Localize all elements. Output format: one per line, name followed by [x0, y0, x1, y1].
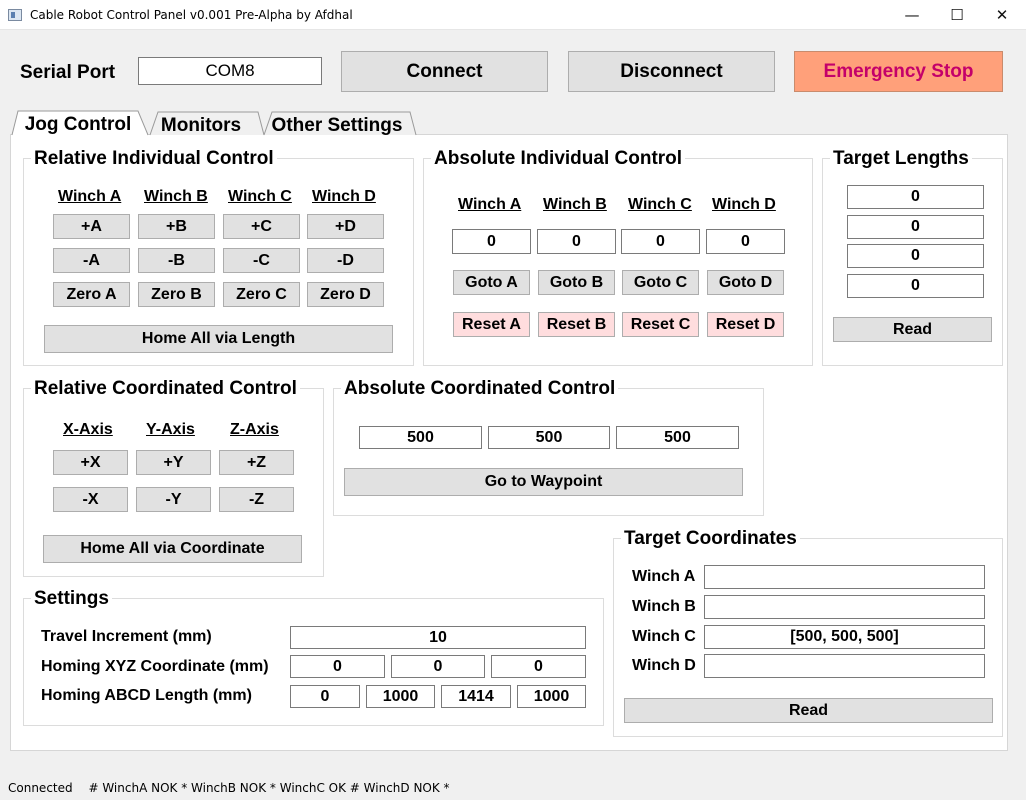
waypoint-x-input[interactable]: 500	[359, 426, 482, 449]
waypoint-z-input[interactable]: 500	[616, 426, 739, 449]
zero-a-button[interactable]: Zero A	[53, 282, 130, 307]
rel-ind-header-b: Winch B	[144, 188, 208, 205]
homing-y-input[interactable]: 0	[391, 655, 485, 678]
reset-b-button[interactable]: Reset B	[538, 312, 615, 337]
plus-c-button[interactable]: +C	[223, 214, 300, 239]
connection-status: Connected	[8, 781, 73, 795]
target-coord-label-a: Winch A	[632, 568, 696, 585]
travel-increment-label: Travel Increment (mm)	[41, 628, 212, 645]
target-coord-b-field	[704, 595, 985, 619]
read-coordinates-button[interactable]: Read	[624, 698, 993, 723]
reset-c-button[interactable]: Reset C	[622, 312, 699, 337]
minus-c-button[interactable]: -C	[223, 248, 300, 273]
go-to-waypoint-button[interactable]: Go to Waypoint	[344, 468, 743, 496]
target-coord-d-field	[704, 654, 985, 678]
abs-winch-d-input[interactable]: 0	[706, 229, 785, 254]
disconnect-button[interactable]: Disconnect	[568, 51, 775, 92]
reset-d-button[interactable]: Reset D	[707, 312, 784, 337]
y-axis-header: Y-Axis	[146, 421, 195, 438]
goto-b-button[interactable]: Goto B	[538, 270, 615, 295]
minus-b-button[interactable]: -B	[138, 248, 215, 273]
abs-ind-header-b: Winch B	[543, 196, 607, 213]
target-coord-label-b: Winch B	[632, 598, 696, 615]
abs-winch-a-input[interactable]: 0	[452, 229, 531, 254]
minus-y-button[interactable]: -Y	[136, 487, 211, 512]
connect-button[interactable]: Connect	[341, 51, 548, 92]
target-coord-label-c: Winch C	[632, 628, 696, 645]
minus-d-button[interactable]: -D	[307, 248, 384, 273]
homing-z-input[interactable]: 0	[491, 655, 586, 678]
relative-individual-title: Relative Individual Control	[31, 148, 277, 170]
settings-title: Settings	[31, 588, 112, 610]
plus-a-button[interactable]: +A	[53, 214, 130, 239]
plus-d-button[interactable]: +D	[307, 214, 384, 239]
zero-b-button[interactable]: Zero B	[138, 282, 215, 307]
minus-x-button[interactable]: -X	[53, 487, 128, 512]
serial-port-label: Serial Port	[20, 62, 116, 83]
abs-ind-header-d: Winch D	[712, 196, 776, 213]
app-icon	[8, 9, 22, 21]
homing-c-input[interactable]: 1414	[441, 685, 511, 708]
homing-d-input[interactable]: 1000	[517, 685, 586, 708]
abs-winch-c-input[interactable]: 0	[621, 229, 700, 254]
plus-z-button[interactable]: +Z	[219, 450, 294, 475]
absolute-individual-title: Absolute Individual Control	[431, 148, 686, 170]
rel-ind-header-c: Winch C	[228, 188, 292, 205]
close-icon[interactable]: ✕	[979, 0, 1025, 30]
homing-abcd-label: Homing ABCD Length (mm)	[41, 687, 252, 704]
target-length-c-field: 0	[847, 244, 984, 268]
reset-a-button[interactable]: Reset A	[453, 312, 530, 337]
goto-d-button[interactable]: Goto D	[707, 270, 784, 295]
abs-ind-header-a: Winch A	[458, 196, 522, 213]
goto-a-button[interactable]: Goto A	[453, 270, 530, 295]
homing-x-input[interactable]: 0	[290, 655, 385, 678]
minus-z-button[interactable]: -Z	[219, 487, 294, 512]
title-bar: Cable Robot Control Panel v0.001 Pre-Alp…	[0, 0, 1026, 30]
target-lengths-title: Target Lengths	[830, 148, 972, 170]
homing-xyz-label: Homing XYZ Coordinate (mm)	[41, 658, 269, 675]
plus-x-button[interactable]: +X	[53, 450, 128, 475]
absolute-coordinated-group	[333, 388, 764, 516]
serial-port-input[interactable]: COM8	[138, 57, 322, 85]
home-all-via-length-button[interactable]: Home All via Length	[44, 325, 393, 353]
tab-monitors[interactable]: Monitors	[152, 113, 250, 139]
relative-coordinated-title: Relative Coordinated Control	[31, 378, 300, 400]
zero-d-button[interactable]: Zero D	[307, 282, 384, 307]
rel-ind-header-d: Winch D	[312, 188, 376, 205]
abs-winch-b-input[interactable]: 0	[537, 229, 616, 254]
absolute-coordinated-title: Absolute Coordinated Control	[341, 378, 619, 400]
tab-jog-control[interactable]: Jog Control	[18, 112, 138, 138]
status-bar: Connected # WinchA NOK * WinchB NOK * Wi…	[8, 781, 462, 795]
winch-status: # WinchA NOK * WinchB NOK * WinchC OK # …	[88, 781, 450, 795]
target-coord-a-field	[704, 565, 985, 589]
tab-other-settings[interactable]: Other Settings	[264, 113, 410, 139]
target-coordinates-title: Target Coordinates	[621, 528, 800, 550]
home-all-via-coordinate-button[interactable]: Home All via Coordinate	[43, 535, 302, 563]
maximize-icon[interactable]: ☐	[934, 0, 980, 30]
homing-a-input[interactable]: 0	[290, 685, 360, 708]
window-title: Cable Robot Control Panel v0.001 Pre-Alp…	[30, 8, 353, 22]
abs-ind-header-c: Winch C	[628, 196, 692, 213]
travel-increment-input[interactable]: 10	[290, 626, 586, 649]
waypoint-y-input[interactable]: 500	[488, 426, 610, 449]
target-length-b-field: 0	[847, 215, 984, 239]
homing-b-input[interactable]: 1000	[366, 685, 435, 708]
minus-a-button[interactable]: -A	[53, 248, 130, 273]
x-axis-header: X-Axis	[63, 421, 113, 438]
emergency-stop-button[interactable]: Emergency Stop	[794, 51, 1003, 92]
goto-c-button[interactable]: Goto C	[622, 270, 699, 295]
minimize-icon[interactable]: —	[889, 0, 935, 30]
target-coord-label-d: Winch D	[632, 657, 696, 674]
zero-c-button[interactable]: Zero C	[223, 282, 300, 307]
plus-b-button[interactable]: +B	[138, 214, 215, 239]
target-length-a-field: 0	[847, 185, 984, 209]
target-coord-c-field: [500, 500, 500]	[704, 625, 985, 649]
z-axis-header: Z-Axis	[230, 421, 279, 438]
rel-ind-header-a: Winch A	[58, 188, 122, 205]
plus-y-button[interactable]: +Y	[136, 450, 211, 475]
target-length-d-field: 0	[847, 274, 984, 298]
read-lengths-button[interactable]: Read	[833, 317, 992, 342]
